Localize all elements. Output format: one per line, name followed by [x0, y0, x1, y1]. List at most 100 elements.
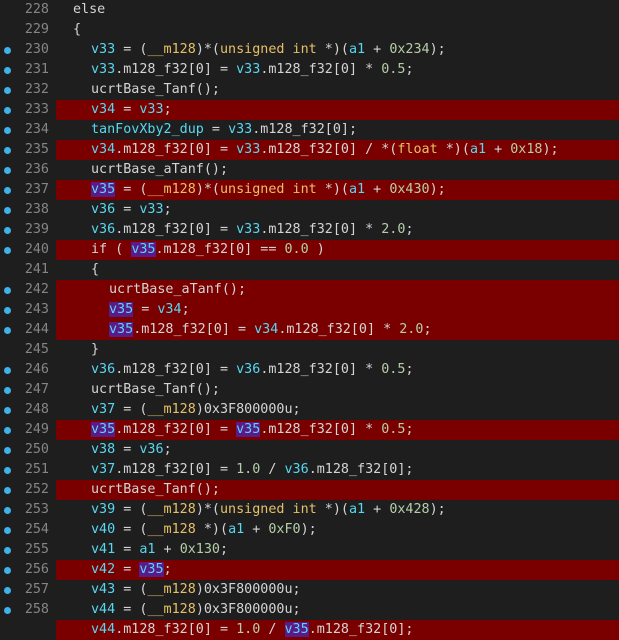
code-token[interactable]: +: [365, 42, 389, 57]
breakpoint-dot-icon[interactable]: [4, 187, 11, 194]
code-line[interactable]: 236 ucrtBase_aTanf();: [0, 160, 619, 180]
code-token[interactable]: if (: [91, 242, 131, 257]
code-text[interactable]: v43 = (__m128)0x3F800000u;: [91, 580, 301, 600]
breakpoint-dot-icon[interactable]: [4, 427, 11, 434]
code-token[interactable]: = (: [115, 402, 147, 417]
line-gutter[interactable]: 250: [0, 440, 56, 460]
line-gutter[interactable]: 255: [0, 540, 56, 560]
code-token[interactable]: a1: [349, 182, 365, 197]
code-token[interactable]: {: [91, 262, 99, 277]
code-token[interactable]: 0x130: [180, 542, 220, 557]
code-token[interactable]: ;: [405, 422, 413, 437]
line-gutter[interactable]: 246: [0, 360, 56, 380]
selected-token[interactable]: v35: [91, 422, 116, 437]
code-line[interactable]: 258 v44 = (__m128)0x3F800000u;: [0, 600, 619, 620]
code-text[interactable]: tanFovXby2_dup = v33.m128_f32[0];: [91, 120, 357, 140]
code-token[interactable]: *)(: [196, 522, 228, 537]
code-token[interactable]: v33: [228, 122, 252, 137]
line-gutter[interactable]: 230: [0, 40, 56, 60]
code-token[interactable]: .m128_f32[0] =: [115, 462, 236, 477]
code-token[interactable]: __m128: [147, 602, 195, 617]
code-line[interactable]: 250 v38 = v36;: [0, 440, 619, 460]
code-token[interactable]: tanFovXby2_dup: [91, 122, 204, 137]
code-token[interactable]: __m128: [147, 502, 195, 517]
code-line[interactable]: 235 v34.m128_f32[0] = v33.m128_f32[0] / *…: [0, 140, 619, 160]
code-token[interactable]: );: [430, 182, 446, 197]
code-token[interactable]: v36: [139, 442, 163, 457]
code-token[interactable]: .m128_f32[0] =: [133, 322, 254, 337]
code-token[interactable]: =: [115, 442, 139, 457]
code-token[interactable]: ;: [164, 202, 172, 217]
code-token[interactable]: )*(: [196, 42, 220, 57]
line-gutter[interactable]: 247: [0, 380, 56, 400]
code-token[interactable]: ;: [405, 62, 413, 77]
code-token[interactable]: v37: [91, 402, 115, 417]
breakpoint-dot-icon[interactable]: [4, 567, 11, 574]
code-token[interactable]: =: [204, 122, 228, 137]
code-token[interactable]: unsigned int: [220, 42, 317, 57]
breakpoint-dot-icon[interactable]: [4, 47, 11, 54]
code-token[interactable]: );: [543, 142, 559, 157]
code-token[interactable]: 1.0: [236, 462, 260, 477]
code-token[interactable]: );: [430, 502, 446, 517]
code-token[interactable]: v36: [91, 202, 115, 217]
breakpoint-dot-icon[interactable]: [4, 127, 11, 134]
code-token[interactable]: 2.0: [399, 322, 423, 337]
code-token[interactable]: ucrtBase_Tanf();: [91, 82, 220, 97]
code-text[interactable]: v36.m128_f32[0] = v33.m128_f32[0] * 2.0;: [91, 220, 414, 240]
code-text[interactable]: ucrtBase_Tanf();: [91, 480, 220, 500]
code-token[interactable]: ;: [405, 362, 413, 377]
code-text[interactable]: {: [73, 20, 81, 40]
breakpoint-dot-icon[interactable]: [4, 107, 11, 114]
code-text[interactable]: ucrtBase_aTanf();: [91, 160, 228, 180]
code-token[interactable]: ;: [220, 542, 228, 557]
line-gutter[interactable]: 257: [0, 580, 56, 600]
selected-token[interactable]: v35: [109, 322, 134, 337]
code-text[interactable]: v42 = v35;: [91, 560, 172, 580]
line-gutter[interactable]: 243: [0, 300, 56, 320]
code-token[interactable]: +: [244, 522, 268, 537]
code-token[interactable]: )*(: [196, 182, 220, 197]
code-line[interactable]: 248 v37 = (__m128)0x3F800000u;: [0, 400, 619, 420]
code-token[interactable]: v41: [91, 542, 115, 557]
code-token[interactable]: a1: [470, 142, 486, 157]
code-text[interactable]: v34.m128_f32[0] = v33.m128_f32[0] / *(fl…: [91, 140, 559, 160]
code-text[interactable]: v39 = (__m128)*(unsigned int *)(a1 + 0x4…: [91, 500, 446, 520]
code-token[interactable]: float: [397, 142, 437, 157]
code-token[interactable]: )0x3F800000u;: [196, 402, 301, 417]
code-token[interactable]: 0.5: [381, 422, 405, 437]
code-token[interactable]: = (: [115, 502, 147, 517]
code-token[interactable]: .m128_f32[0] =: [115, 422, 236, 437]
breakpoint-dot-icon[interactable]: [4, 507, 11, 514]
code-text[interactable]: v35 = v34;: [109, 300, 190, 320]
code-token[interactable]: +: [156, 542, 180, 557]
code-text[interactable]: if ( v35.m128_f32[0] == 0.0 ): [91, 240, 325, 260]
code-line[interactable]: 238 v36 = v33;: [0, 200, 619, 220]
code-text[interactable]: v37.m128_f32[0] = 1.0 / v36.m128_f32[0];: [91, 460, 414, 480]
code-token[interactable]: *)(: [438, 142, 470, 157]
code-token[interactable]: unsigned int: [220, 182, 317, 197]
code-text[interactable]: else: [73, 0, 105, 20]
code-text[interactable]: ucrtBase_aTanf();: [109, 280, 246, 300]
code-token[interactable]: a1: [349, 42, 365, 57]
code-token[interactable]: .m128_f32[0] =: [115, 622, 236, 637]
code-token[interactable]: .m128_f32[0];: [309, 622, 414, 637]
code-token[interactable]: =: [115, 102, 139, 117]
line-gutter[interactable]: 229: [0, 20, 56, 40]
breakpoint-dot-icon[interactable]: [4, 207, 11, 214]
code-token[interactable]: /: [260, 622, 284, 637]
breakpoint-dot-icon[interactable]: [4, 607, 11, 614]
line-gutter[interactable]: 239: [0, 220, 56, 240]
code-token[interactable]: = (: [115, 582, 147, 597]
code-token[interactable]: else: [73, 2, 105, 17]
code-text[interactable]: v33.m128_f32[0] = v33.m128_f32[0] * 0.5;: [91, 60, 414, 80]
code-token[interactable]: v36: [285, 462, 309, 477]
code-token[interactable]: 0.5: [381, 62, 405, 77]
pseudocode-view[interactable]: 228 else 229{230 v33 = (__m128)*(unsigned i…: [0, 0, 619, 640]
code-token[interactable]: 0x18: [510, 142, 542, 157]
code-token[interactable]: a1: [228, 522, 244, 537]
code-token[interactable]: 1.0: [236, 622, 260, 637]
breakpoint-dot-icon[interactable]: [4, 167, 11, 174]
line-gutter[interactable]: 245: [0, 340, 56, 360]
code-token[interactable]: v42: [91, 562, 115, 577]
